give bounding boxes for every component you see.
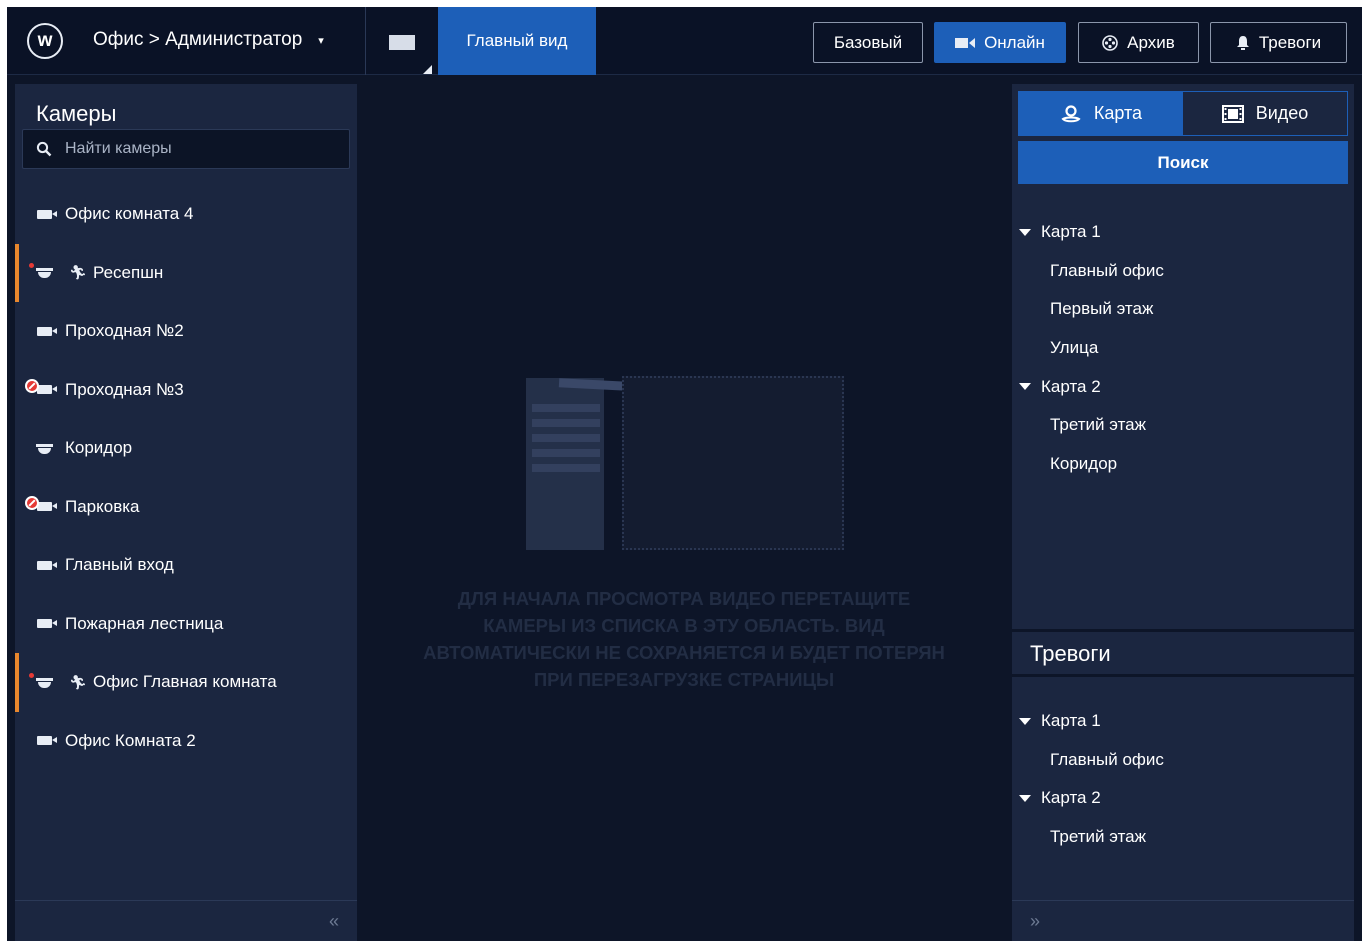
layout-picker-button[interactable] xyxy=(377,17,437,74)
screen-layout-icon xyxy=(389,35,415,50)
camera-icon xyxy=(34,324,57,338)
cameras-panel-footer: « xyxy=(15,900,357,941)
divider xyxy=(1012,629,1354,632)
camera-list: Офис комната 4 🏃︎ Ресепшн Проходная №2 П… xyxy=(15,185,357,770)
cameras-panel: Камеры Офис комната 4 🏃︎ Ресепшн Проходн… xyxy=(15,84,357,941)
camera-label: Коридор xyxy=(65,438,133,458)
map-video-switch: Карта Видео xyxy=(1018,91,1348,136)
camera-item-main-entrance[interactable]: Главный вход xyxy=(15,536,357,595)
logo[interactable]: w xyxy=(27,23,63,59)
tree-node-map-2[interactable]: Карта 2 xyxy=(1012,367,1354,406)
alarms-mode-button[interactable]: Тревоги xyxy=(1210,22,1347,63)
online-mode-label: Онлайн xyxy=(984,32,1045,52)
archive-mode-button[interactable]: Архив xyxy=(1078,22,1199,63)
camera-item-checkpoint-2[interactable]: Проходная №2 xyxy=(15,302,357,361)
camera-label: Пожарная лестница xyxy=(65,613,224,633)
bell-icon xyxy=(1236,35,1249,50)
tree-leaf[interactable]: Коридор xyxy=(1012,445,1354,484)
app-window: w Офис > Администратор ▾ Главный вид Баз… xyxy=(7,7,1362,941)
camera-item-checkpoint-3[interactable]: Проходная №3 xyxy=(15,361,357,420)
maps-tree: Карта 1 Главный офис Первый этаж Улица К… xyxy=(1012,213,1354,483)
camera-icon xyxy=(34,617,57,631)
dome-camera-icon xyxy=(28,263,54,280)
camera-item-office-main-room[interactable]: 🏃︎ Офис Главная комната xyxy=(15,653,357,712)
camera-item-corridor[interactable]: Коридор xyxy=(15,419,357,478)
camera-label: Офис Главная комната xyxy=(93,672,277,692)
breadcrumb-text: Офис > Администратор xyxy=(93,29,303,50)
tree-node-map-1[interactable]: Карта 1 xyxy=(1012,213,1354,252)
chevron-down-icon: ▾ xyxy=(318,34,324,47)
camera-item-reception[interactable]: 🏃︎ Ресепшн xyxy=(15,243,357,302)
drag-hint-illustration xyxy=(526,372,856,562)
tab-map-label: Карта xyxy=(1093,103,1143,123)
camera-icon xyxy=(34,734,57,748)
right-panel: Карта Видео Поиск Карта 1 Главный офис П… xyxy=(1012,84,1354,941)
basic-mode-button[interactable]: Базовый xyxy=(813,22,923,63)
camera-icon xyxy=(34,558,57,572)
alarms-tree: Карта 1 Главный офис Карта 2 Третий этаж xyxy=(1012,702,1354,856)
camera-item-office-room-4[interactable]: Офис комната 4 xyxy=(15,185,357,244)
camera-label: Проходная №3 xyxy=(65,379,184,399)
tab-main-view[interactable]: Главный вид xyxy=(438,7,596,75)
film-reel-icon xyxy=(1102,34,1118,51)
expand-triangle-icon xyxy=(1019,383,1031,391)
search-icon xyxy=(36,141,52,157)
camera-offline-icon xyxy=(24,379,57,397)
tree-node-map-1[interactable]: Карта 1 xyxy=(1012,702,1354,741)
map-pin-icon xyxy=(1061,104,1081,122)
right-panel-footer: » xyxy=(1012,900,1354,941)
search-button[interactable]: Поиск xyxy=(1018,141,1348,184)
collapse-panel-icon[interactable]: « xyxy=(329,911,339,932)
illustration-drop-zone xyxy=(622,376,844,550)
camera-search-box[interactable] xyxy=(22,129,350,169)
online-mode-button[interactable]: Онлайн xyxy=(934,22,1066,63)
cameras-title: Камеры xyxy=(36,101,117,126)
tab-video-label: Видео xyxy=(1255,103,1309,123)
camera-offline-icon xyxy=(24,496,57,514)
camera-label: Офис Комната 2 xyxy=(65,730,196,750)
camera-search-input[interactable] xyxy=(65,140,335,158)
camera-label: Главный вход xyxy=(65,555,174,575)
alarms-mode-label: Тревоги xyxy=(1258,32,1322,52)
tab-map[interactable]: Карта xyxy=(1019,92,1183,135)
tab-video[interactable]: Видео xyxy=(1183,92,1347,135)
dome-camera-icon xyxy=(28,672,54,689)
basic-mode-label: Базовый xyxy=(833,32,903,52)
tree-leaf[interactable]: Главный офис xyxy=(1012,252,1354,291)
camera-label: Парковка xyxy=(65,496,140,516)
tree-leaf[interactable]: Главный офис xyxy=(1012,741,1354,780)
tree-leaf[interactable]: Первый этаж xyxy=(1012,290,1354,329)
drop-hint-text: Для начала просмотра видео перетащите ка… xyxy=(423,588,945,690)
tree-leaf[interactable]: Улица xyxy=(1012,329,1354,368)
breadcrumb[interactable]: Офис > Администратор ▾ xyxy=(93,29,324,51)
camera-label: Офис комната 4 xyxy=(65,204,194,224)
film-strip-icon xyxy=(1221,104,1244,123)
tree-leaf[interactable]: Третий этаж xyxy=(1012,406,1354,445)
camera-item-office-room-2[interactable]: Офис Комната 2 xyxy=(15,712,357,771)
camera-item-parking[interactable]: Парковка xyxy=(15,478,357,537)
expand-triangle-icon xyxy=(1019,717,1031,725)
video-camera-icon xyxy=(955,37,976,48)
dome-camera-icon xyxy=(34,441,54,455)
tree-node-map-2[interactable]: Карта 2 xyxy=(1012,779,1354,818)
illustration-list xyxy=(526,378,604,550)
tree-leaf[interactable]: Третий этаж xyxy=(1012,818,1354,857)
divider xyxy=(365,7,366,75)
expand-triangle-icon xyxy=(1019,794,1031,802)
corner-triangle-icon xyxy=(423,65,432,74)
camera-label: Проходная №2 xyxy=(65,321,184,341)
divider xyxy=(1012,674,1354,677)
camera-item-fire-stairs[interactable]: Пожарная лестница xyxy=(15,595,357,654)
top-bar: w Офис > Администратор ▾ Главный вид Баз… xyxy=(7,7,1362,75)
motion-running-icon: 🏃︎ xyxy=(69,673,87,690)
expand-panel-icon[interactable]: » xyxy=(1030,911,1040,932)
archive-mode-label: Архив xyxy=(1127,32,1175,52)
video-drop-area[interactable]: Для начала просмотра видео перетащите ка… xyxy=(364,75,1004,941)
camera-icon xyxy=(34,207,57,221)
alarms-title: Тревоги xyxy=(1030,641,1111,666)
motion-running-icon: 🏃︎ xyxy=(69,264,87,281)
expand-triangle-icon xyxy=(1019,228,1031,236)
camera-label: Ресепшн xyxy=(93,262,164,282)
